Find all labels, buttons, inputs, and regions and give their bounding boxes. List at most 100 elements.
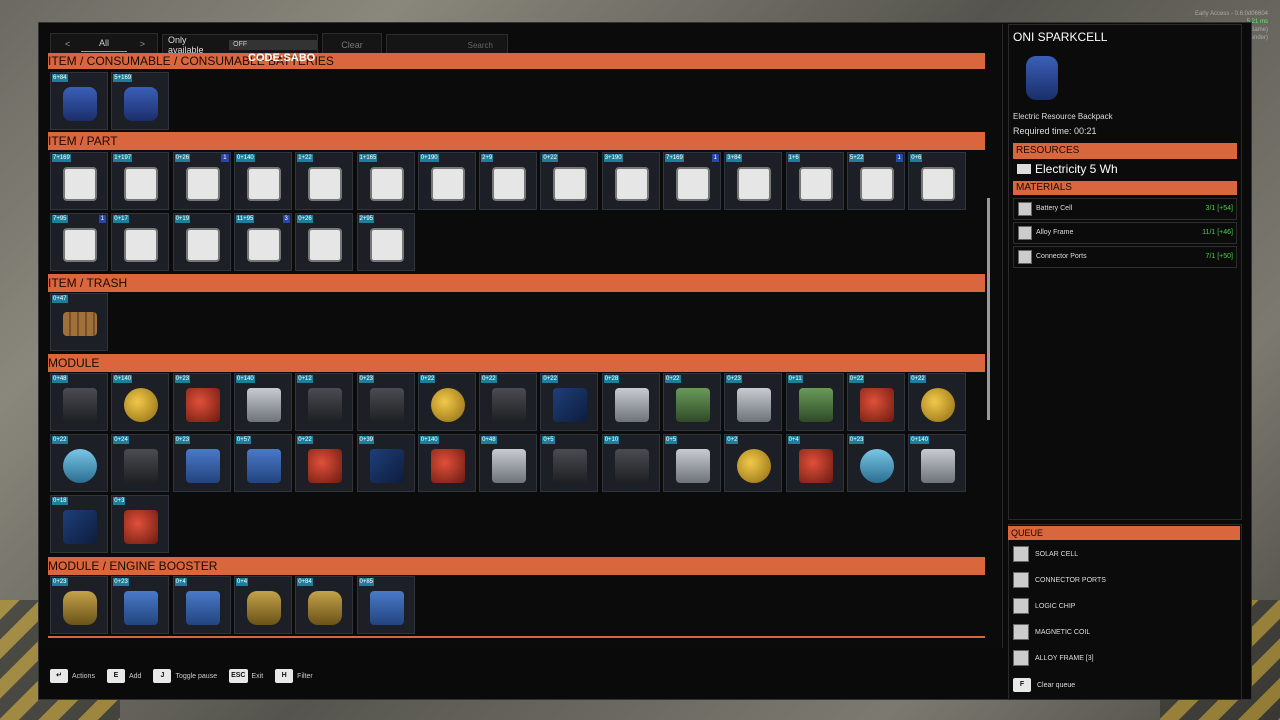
recipe-tile[interactable]: 11+95 3 (233, 213, 292, 271)
recipe-tile[interactable]: 0+85 (356, 576, 415, 634)
hint-toggle-pause[interactable]: J Toggle pause (153, 669, 217, 683)
recipe-tile[interactable]: 0+22 (663, 373, 721, 431)
owned-count: 3+190 (603, 154, 623, 162)
recipe-tile[interactable]: 0+23 (172, 434, 231, 492)
only-available-toggle[interactable]: OFF (229, 40, 317, 50)
recipe-tile[interactable]: 0+24 (111, 434, 170, 492)
queue-item[interactable]: LOGIC CHIP (1013, 595, 1237, 617)
recipe-tile[interactable]: 0+18 (50, 495, 108, 553)
recipe-tile[interactable]: 0+47 (50, 293, 108, 351)
recipe-tile[interactable]: 1+165 (356, 152, 415, 210)
queue-item[interactable]: SOLAR CELL (1013, 543, 1237, 565)
queue-item[interactable]: CONNECTOR PORTS (1013, 569, 1237, 591)
recipe-tile[interactable]: 0+22 (908, 373, 967, 431)
recipe-tile[interactable]: 0+17 (111, 213, 170, 271)
recipe-tile[interactable]: 0+48 (479, 434, 538, 492)
recipe-tile[interactable]: 7+169 (50, 152, 108, 210)
recipe-tile[interactable]: 5+169 (111, 72, 170, 130)
recipe-tile[interactable]: 0+140 (908, 434, 967, 492)
recipe-tile[interactable]: 0+23 (111, 576, 170, 634)
recipe-tile[interactable]: 0+5 (540, 434, 599, 492)
material-name: Alloy Frame (1036, 229, 1074, 236)
white-item-icon (859, 167, 894, 201)
recipe-tile[interactable]: 0+140 (233, 373, 292, 431)
hint-filter[interactable]: H Filter (275, 669, 313, 683)
recipe-tile[interactable]: 0+22 (295, 434, 354, 492)
queue-item[interactable]: MAGNETIC COIL (1013, 621, 1237, 643)
sblue-item-icon (124, 591, 159, 625)
clear-queue-hint[interactable]: F Clear queue (1013, 678, 1075, 692)
recipe-tile[interactable]: 0+23 (172, 373, 231, 431)
recipe-tile[interactable]: 7+169 1 (663, 152, 721, 210)
recipe-tile[interactable]: 0+23 (356, 373, 415, 431)
recipe-tile[interactable]: 1+22 (295, 152, 354, 210)
recipe-tile[interactable]: 0+22 (50, 434, 108, 492)
owned-count: 0+12 (297, 375, 313, 383)
recipe-tile[interactable]: 0+11 (785, 373, 844, 431)
recipe-tile[interactable]: 2+9 (479, 152, 538, 210)
yellow-item-icon (430, 388, 465, 422)
recipe-tile[interactable]: 0+6 (908, 152, 967, 210)
owned-count: 7+169 (52, 154, 71, 162)
recipe-tile[interactable]: 5+22 1 (846, 152, 905, 210)
recipe-tile[interactable]: 0+4 (172, 576, 231, 634)
blue-item-icon (124, 87, 159, 121)
recipe-tile[interactable]: 0+23 (724, 373, 783, 431)
queue-badge: 3 (282, 215, 290, 223)
recipe-tile[interactable]: 0+12 (295, 373, 354, 431)
recipe-tile[interactable]: 0+140 (417, 434, 476, 492)
owned-count: 0+22 (910, 375, 926, 383)
recipe-tile[interactable]: 0+84 (295, 576, 354, 634)
recipe-tile[interactable]: 0+23 (846, 434, 905, 492)
recipe-tile[interactable]: 0+48 (50, 373, 108, 431)
next-arrow-icon[interactable]: > (140, 39, 145, 49)
recipe-tile[interactable]: 0+22 (417, 373, 476, 431)
recipe-tile[interactable]: 0+5 (663, 434, 721, 492)
recipe-tile[interactable]: 0+22 (846, 373, 905, 431)
recipe-tile[interactable]: 7+95 1 (50, 213, 108, 271)
queue-item[interactable]: ALLOY FRAME [3] (1013, 647, 1237, 669)
recipe-tile[interactable]: 0+22 (479, 373, 538, 431)
recipe-tile[interactable]: 0+140 (111, 373, 170, 431)
logic-chip-icon (1013, 598, 1029, 614)
recipe-tile[interactable]: 0+10 (601, 434, 660, 492)
white-item-icon (124, 228, 159, 262)
recipe-tile[interactable]: 0+26 1 (172, 152, 231, 210)
owned-count: 0+23 (113, 578, 129, 586)
recipe-tile[interactable]: 0+28 (601, 373, 660, 431)
recipe-tile[interactable]: 6+84 (50, 72, 108, 130)
recipe-tile[interactable]: 0+140 (233, 152, 292, 210)
yellow-item-icon (124, 388, 159, 422)
recipe-tile[interactable]: 0+26 (295, 213, 354, 271)
recipe-tile[interactable]: 0+4 (785, 434, 844, 492)
hint-exit[interactable]: ESC Exit (229, 669, 263, 683)
material-qty: 7/1 [+50] (1205, 253, 1233, 260)
dark-item-icon (308, 388, 343, 422)
recipe-tile[interactable]: 0+22 (540, 152, 599, 210)
owned-count: 5+169 (113, 74, 133, 82)
recipe-tile[interactable]: 2+95 (356, 213, 415, 271)
recipe-tile[interactable]: 0+39 (356, 434, 415, 492)
teal-item-icon (63, 449, 97, 483)
recipe-tile[interactable]: 0+57 (233, 434, 292, 492)
owned-count: 0+4 (235, 578, 249, 586)
recipe-tile[interactable]: 3+190 (601, 152, 660, 210)
recipe-tile[interactable]: 0+19 (172, 213, 231, 271)
white-item-icon (124, 167, 159, 201)
recipe-tile[interactable]: 3+84 (724, 152, 783, 210)
recipe-tile[interactable]: 0+23 (50, 576, 108, 634)
recipe-tile[interactable]: 1+197 (111, 152, 170, 210)
red-item-icon (430, 449, 465, 483)
recipe-tile[interactable]: 0+2 (724, 434, 783, 492)
recipe-tile[interactable]: 0+3 (111, 495, 170, 553)
hint-actions[interactable]: ↵ Actions (50, 669, 95, 683)
key-esc: ESC (229, 669, 248, 683)
recipe-tile[interactable]: 0+22 (540, 373, 599, 431)
hint-add[interactable]: E Add (106, 669, 141, 683)
recipe-tile[interactable]: 0+190 (417, 152, 476, 210)
backpack-icon (1026, 56, 1058, 100)
scrollbar-thumb[interactable] (987, 198, 990, 420)
recipe-tile[interactable]: 1+6 (785, 152, 844, 210)
category-header: MODULE (48, 354, 985, 372)
recipe-tile[interactable]: 0+4 (233, 576, 292, 634)
